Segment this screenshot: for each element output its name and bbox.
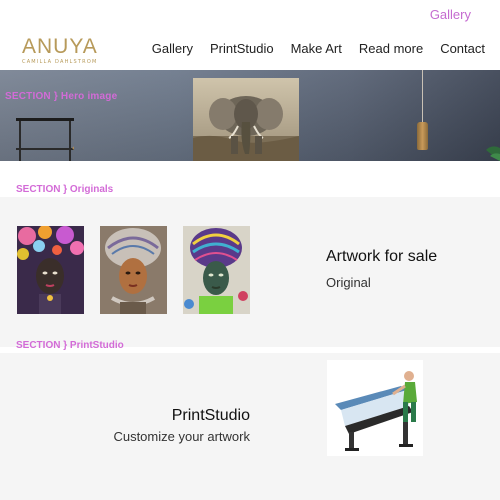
site-header: Gallery ANUYA CAMILLA DAHLSTROM Gallery … (0, 0, 500, 70)
logo-wordmark: ANUYA (22, 35, 98, 58)
side-table-image (16, 118, 74, 161)
plant-leaf-image (486, 146, 500, 161)
top-gallery-link[interactable]: Gallery (430, 7, 471, 22)
artwork-thumbnail-1[interactable] (17, 226, 84, 314)
nav-read-more[interactable]: Read more (359, 41, 423, 56)
printstudio-section-label: SECTION } PrintStudio (16, 340, 124, 351)
nav-make-art[interactable]: Make Art (291, 41, 342, 56)
pendant-lamp-cord (422, 70, 423, 122)
logo-tagline: CAMILLA DAHLSTROM (22, 59, 98, 65)
artwork-thumbnail-2[interactable] (100, 226, 167, 314)
hero-section-label: SECTION } Hero image (5, 91, 118, 102)
site-logo[interactable]: ANUYA CAMILLA DAHLSTROM (22, 35, 98, 65)
nav-printstudio[interactable]: PrintStudio (210, 41, 274, 56)
artwork-thumbnail-3[interactable] (183, 226, 250, 314)
originals-title: Artwork for sale (326, 248, 438, 265)
printstudio-section: PrintStudio Customize your artwork (0, 353, 500, 500)
large-format-printer-image[interactable] (327, 360, 423, 456)
printstudio-subtitle: Customize your artwork (113, 429, 250, 444)
nav-contact[interactable]: Contact (440, 41, 485, 56)
originals-section: Artwork for sale Original (0, 197, 500, 347)
nav-gallery[interactable]: Gallery (152, 41, 193, 56)
main-nav: Gallery PrintStudio Make Art Read more C… (152, 41, 485, 56)
elephant-painting-image (193, 78, 299, 161)
hero-section: SECTION } Hero image (0, 70, 500, 161)
originals-subtitle: Original (326, 275, 371, 290)
originals-section-label: SECTION } Originals (16, 184, 114, 195)
pendant-lamp (417, 122, 428, 150)
printstudio-title: PrintStudio (171, 407, 250, 424)
